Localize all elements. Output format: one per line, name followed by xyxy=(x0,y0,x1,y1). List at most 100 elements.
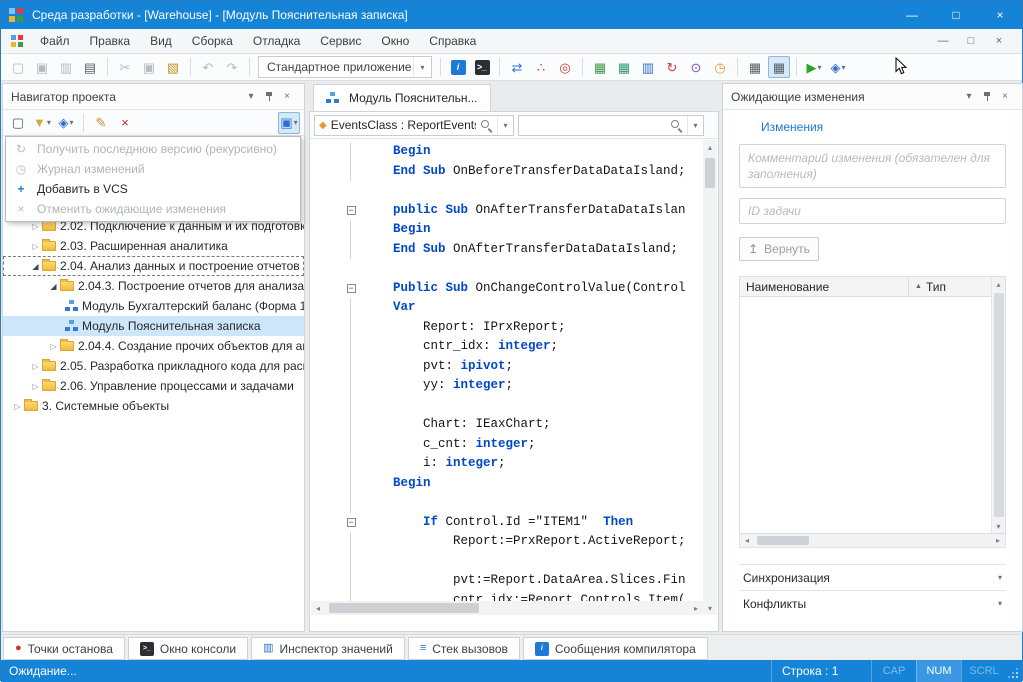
code-line[interactable] xyxy=(311,396,703,416)
code-line[interactable]: −public Sub OnAfterTransferDataDataIslan xyxy=(311,201,703,221)
tab-breakpoints[interactable]: ●Точки останова xyxy=(3,637,125,660)
tab-call-stack[interactable]: ≡Стек вызовов xyxy=(408,637,520,660)
context-menu-item[interactable]: +Добавить в VCS xyxy=(6,179,300,199)
table-vertical-scrollbar[interactable]: ▴ ▾ xyxy=(991,277,1005,533)
new-object-icon[interactable]: ▢ xyxy=(7,112,29,134)
code-line[interactable]: Begin xyxy=(311,220,703,240)
code-line[interactable]: Report:=PrxReport.ActiveReport; xyxy=(311,532,703,552)
grid-search-icon[interactable]: ▦ xyxy=(744,56,766,78)
cut-icon[interactable]: ✂ xyxy=(114,56,136,78)
collapse-arrow-icon[interactable]: ◢ xyxy=(47,282,60,291)
tree-item[interactable]: ◢2.04.3. Построение отчетов для анализа … xyxy=(3,276,304,296)
scroll-thumb[interactable] xyxy=(329,603,479,613)
scroll-thumb[interactable] xyxy=(994,293,1004,517)
menu-item[interactable]: Отладка xyxy=(243,30,310,52)
tree-item[interactable]: ▷2.04.4. Создание прочих объектов для ан… xyxy=(3,336,304,356)
menu-item[interactable]: Файл xyxy=(30,30,80,52)
scroll-thumb[interactable] xyxy=(705,158,715,188)
column-header-type[interactable]: ▲Тип xyxy=(909,280,991,294)
scroll-down-icon[interactable]: ▾ xyxy=(703,601,717,615)
scroll-right-icon[interactable]: ▸ xyxy=(991,534,1005,548)
run-button[interactable]: ▶▾ xyxy=(803,56,825,78)
app-type-select[interactable]: Стандартное приложение▾ xyxy=(258,56,432,78)
tree-item[interactable]: ▷2.05. Разработка прикладного кода для р… xyxy=(3,356,304,376)
context-menu-item[interactable]: ×Отменить ожидающие изменения xyxy=(6,199,300,219)
code-line[interactable]: Begin xyxy=(311,142,703,162)
window-close-button[interactable]: × xyxy=(978,1,1022,29)
expand-arrow-icon[interactable]: ▷ xyxy=(29,382,42,391)
tree-item[interactable]: ▷3. Системные объекты xyxy=(3,396,304,416)
tab-value-inspector[interactable]: ▥Инспектор значений xyxy=(251,637,405,660)
chevron-down-icon[interactable]: ▾ xyxy=(841,63,845,72)
chevron-down-icon[interactable]: ▾ xyxy=(413,57,431,77)
tab-compiler-messages[interactable]: iСообщения компилятора xyxy=(523,637,708,660)
chevron-down-icon[interactable]: ▾ xyxy=(817,63,821,72)
collapse-arrow-icon[interactable]: ◢ xyxy=(29,262,42,271)
code-line[interactable]: End Sub OnAfterTransferDataDataIsland; xyxy=(311,240,703,260)
copy-icon[interactable]: ▣ xyxy=(138,56,160,78)
search-icon[interactable] xyxy=(670,119,683,132)
report-icon[interactable]: ▥ xyxy=(637,56,659,78)
table-icon[interactable]: ▦ xyxy=(589,56,611,78)
code-line[interactable] xyxy=(311,493,703,513)
about-info-icon[interactable]: i xyxy=(447,56,469,78)
scroll-left-icon[interactable]: ◂ xyxy=(311,601,325,615)
window-maximize-button[interactable]: □ xyxy=(934,1,978,29)
editor-search-input[interactable]: ▾ xyxy=(518,115,704,136)
search-icon[interactable] xyxy=(480,119,493,132)
mdi-minimize-button[interactable]: — xyxy=(936,35,950,47)
undo-icon[interactable]: ↶ xyxy=(197,56,219,78)
sync-expander[interactable]: Синхронизация ▾ xyxy=(739,564,1006,590)
panel-menu-button[interactable]: ▾ xyxy=(960,91,978,102)
search-object-icon[interactable]: ◎ xyxy=(554,56,576,78)
save-all-icon[interactable]: ▥ xyxy=(55,56,77,78)
menu-item[interactable]: Вид xyxy=(140,30,182,52)
delete-icon[interactable]: × xyxy=(114,112,136,134)
editor-horizontal-scrollbar[interactable]: ◂ ▸ xyxy=(311,601,703,615)
panel-menu-button[interactable]: ▾ xyxy=(242,91,260,102)
code-line[interactable]: pvt:=Report.DataArea.Slices.Fin xyxy=(311,571,703,591)
scroll-up-icon[interactable]: ▴ xyxy=(703,140,717,154)
column-header-name[interactable]: Наименование xyxy=(740,277,909,296)
code-line[interactable]: Report: IPrxReport; xyxy=(311,318,703,338)
fold-collapse-icon[interactable]: − xyxy=(347,284,356,293)
edit-icon[interactable]: ✎ xyxy=(90,112,112,134)
code-line[interactable]: c_cnt: integer; xyxy=(311,435,703,455)
print-icon[interactable]: ▤ xyxy=(79,56,101,78)
mdi-restore-button[interactable]: □ xyxy=(964,35,978,47)
expand-arrow-icon[interactable]: ▷ xyxy=(29,242,42,251)
chevron-down-icon[interactable]: ▾ xyxy=(47,118,51,127)
data-table-icon[interactable]: ▦ xyxy=(613,56,635,78)
history-icon[interactable]: ◷ xyxy=(709,56,731,78)
table-horizontal-scrollbar[interactable]: ◂ ▸ xyxy=(739,534,1006,548)
code-line[interactable]: Chart: IEaxChart; xyxy=(311,415,703,435)
refresh-data-icon[interactable]: ↻ xyxy=(661,56,683,78)
compare-icon[interactable]: ⇄ xyxy=(506,56,528,78)
console-window-icon[interactable]: >_ xyxy=(471,56,493,78)
tree-item[interactable]: ▷2.03. Расширенная аналитика xyxy=(3,236,304,256)
code-line[interactable]: i: integer; xyxy=(311,454,703,474)
scroll-left-icon[interactable]: ◂ xyxy=(740,534,754,548)
code-line[interactable]: − If Control.Id ="ITEM1" Then xyxy=(311,513,703,533)
resize-grip-icon[interactable] xyxy=(1006,660,1022,682)
chevron-down-icon[interactable]: ▾ xyxy=(69,118,73,127)
panel-close-button[interactable]: × xyxy=(996,91,1014,102)
scroll-down-icon[interactable]: ▾ xyxy=(992,519,1006,533)
chevron-down-icon[interactable]: ▾ xyxy=(294,118,298,127)
code-line[interactable] xyxy=(311,181,703,201)
return-button[interactable]: ↥ Вернуть xyxy=(739,237,819,261)
tree-item[interactable]: Модуль Пояснительная записка xyxy=(3,316,304,336)
chevron-down-icon[interactable]: ▾ xyxy=(687,116,703,135)
code-line[interactable] xyxy=(311,552,703,572)
conflicts-expander[interactable]: Конфликты ▾ xyxy=(739,590,1006,616)
code-line[interactable]: Begin xyxy=(311,474,703,494)
editor-vertical-scrollbar[interactable]: ▴ ▾ xyxy=(703,140,717,615)
scroll-up-icon[interactable]: ▴ xyxy=(992,277,1006,291)
view-options-icon[interactable]: ◈▾ xyxy=(55,112,77,134)
expand-arrow-icon[interactable]: ▷ xyxy=(47,342,60,351)
tree-item[interactable]: Модуль Бухгалтерский баланс (Форма 1) xyxy=(3,296,304,316)
fold-collapse-icon[interactable]: − xyxy=(347,518,356,527)
code-line[interactable]: End Sub OnBeforeTransferDataDataIsland; xyxy=(311,162,703,182)
scroll-thumb[interactable] xyxy=(757,536,809,545)
fold-collapse-icon[interactable]: − xyxy=(347,206,356,215)
